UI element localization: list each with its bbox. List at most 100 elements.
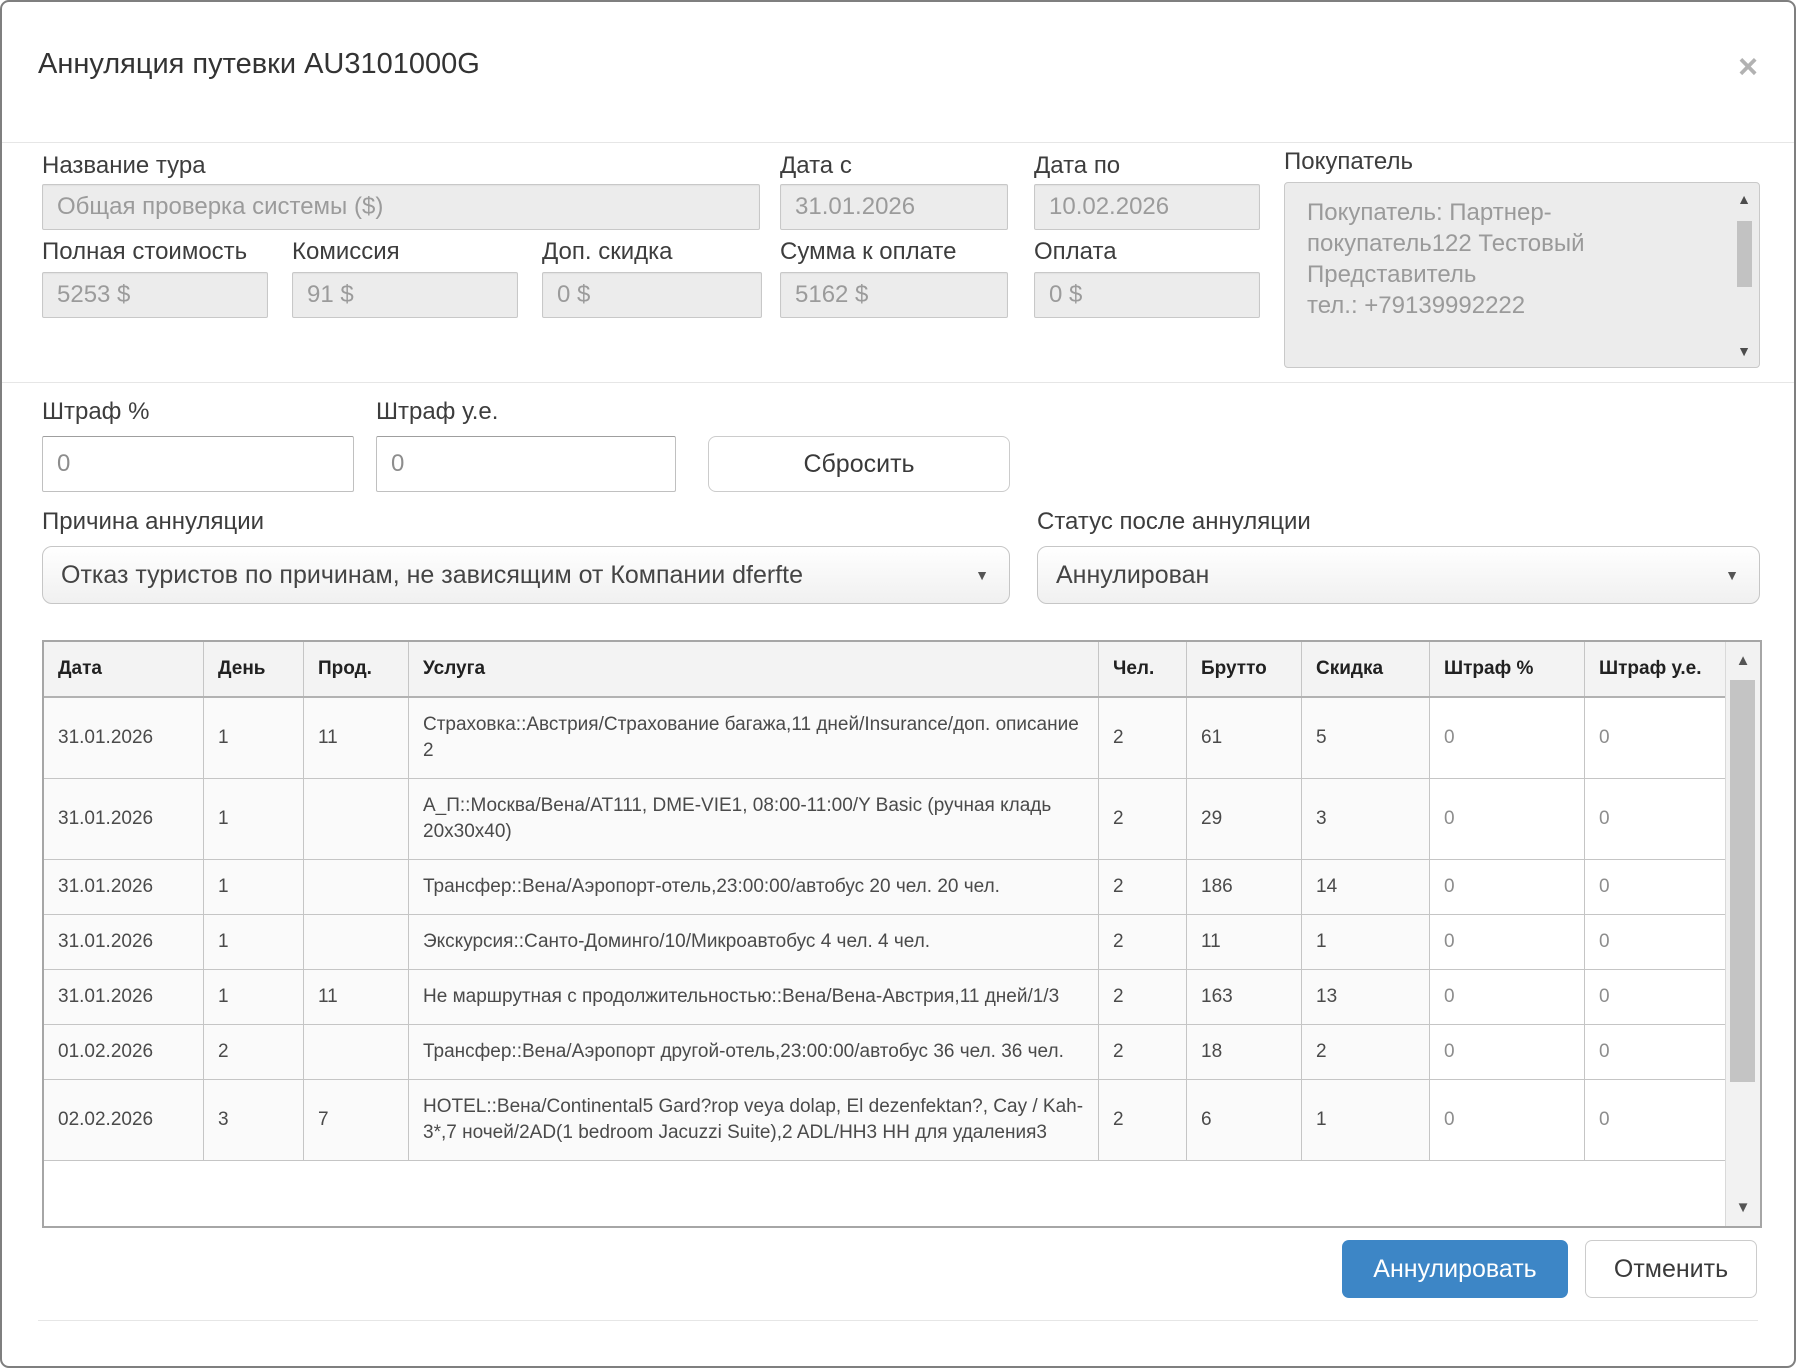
- commission-label: Комиссия: [292, 238, 400, 266]
- service-cell: Страховка::Австрия/Страхование багажа,11…: [409, 698, 1099, 778]
- annul-button[interactable]: Аннулировать: [1342, 1240, 1568, 1298]
- service-cell: Экскурсия::Санто-Доминго/10/Микроавтобус…: [409, 915, 1099, 969]
- table-cell: 2: [1099, 779, 1187, 859]
- penalty-currency-cell[interactable]: 0: [1585, 860, 1726, 914]
- table-row: 31.01.20261 Трансфер::Вена/Аэропорт-отель…: [44, 860, 1726, 915]
- penalty-percent-cell[interactable]: 0: [1430, 698, 1585, 778]
- table-cell: 13: [1302, 970, 1430, 1024]
- full-cost-label: Полная стоимость: [42, 238, 247, 266]
- table-row: 02.02.202637HOTEL::Вена/Continental5 Gar…: [44, 1080, 1726, 1161]
- penalty-percent-cell[interactable]: 0: [1430, 860, 1585, 914]
- date-from-label: Дата с: [780, 152, 852, 180]
- service-cell: А_П::Москва/Вена/AT111, DME-VIE1, 08:00-…: [409, 779, 1099, 859]
- table-cell: [304, 860, 409, 914]
- penalty-currency-cell[interactable]: 0: [1585, 779, 1726, 859]
- table-row: 31.01.2026111Страховка::Австрия/Страхова…: [44, 698, 1726, 779]
- table-cell: 11: [304, 970, 409, 1024]
- chevron-down-icon: ▼: [1725, 567, 1739, 583]
- chevron-down-icon: ▼: [975, 567, 989, 583]
- tour-name-field: Общая проверка системы ($): [42, 184, 760, 230]
- table-cell: 14: [1302, 860, 1430, 914]
- extra-discount-label: Доп. скидка: [542, 238, 673, 266]
- table-cell: 31.01.2026: [44, 698, 204, 778]
- services-table-body: ДатаДеньПрод.УслугаЧел.БруттоСкидкаШтраф…: [44, 642, 1726, 1226]
- table-cell: 02.02.2026: [44, 1080, 204, 1160]
- penalty-currency-label: Штраф у.е.: [376, 398, 498, 426]
- column-header: Брутто: [1187, 642, 1302, 696]
- table-cell: 1: [204, 860, 304, 914]
- table-cell: 1: [204, 970, 304, 1024]
- buyer-field[interactable]: Покупатель: Партнер- покупатель122 Тесто…: [1284, 182, 1760, 368]
- table-cell: 31.01.2026: [44, 915, 204, 969]
- column-header: Прод.: [304, 642, 409, 696]
- table-cell: 11: [304, 698, 409, 778]
- table-cell: 1: [1302, 1080, 1430, 1160]
- penalty-currency-input[interactable]: 0: [376, 436, 676, 492]
- table-scrollbar[interactable]: ▲ ▼: [1725, 642, 1760, 1226]
- table-cell: 18: [1187, 1025, 1302, 1079]
- table-cell: 186: [1187, 860, 1302, 914]
- payment-field: 0 $: [1034, 272, 1260, 318]
- cancel-button[interactable]: Отменить: [1585, 1240, 1757, 1298]
- table-cell: 29: [1187, 779, 1302, 859]
- table-cell: 1: [204, 915, 304, 969]
- status-after-value: Аннулирован: [1056, 561, 1209, 590]
- table-cell: 61: [1187, 698, 1302, 778]
- table-cell: 31.01.2026: [44, 860, 204, 914]
- table-cell: 2: [1099, 860, 1187, 914]
- cancel-reason-value: Отказ туристов по причинам, не зависящим…: [61, 561, 803, 590]
- status-after-label: Статус после аннуляции: [1037, 508, 1311, 536]
- extra-discount-field: 0 $: [542, 272, 762, 318]
- penalty-percent-cell[interactable]: 0: [1430, 1080, 1585, 1160]
- column-header: Скидка: [1302, 642, 1430, 696]
- buyer-text: Покупатель: Партнер- покупатель122 Тесто…: [1307, 197, 1715, 321]
- table-row: 01.02.20262Трансфер::Вена/Аэропорт друго…: [44, 1025, 1726, 1080]
- table-cell: 3: [204, 1080, 304, 1160]
- table-cell: 3: [1302, 779, 1430, 859]
- table-cell: [304, 915, 409, 969]
- penalty-currency-cell[interactable]: 0: [1585, 1025, 1726, 1079]
- date-to-label: Дата по: [1034, 152, 1120, 180]
- services-table: ДатаДеньПрод.УслугаЧел.БруттоСкидкаШтраф…: [42, 640, 1762, 1228]
- close-icon[interactable]: ×: [1738, 50, 1758, 84]
- table-cell: 5: [1302, 698, 1430, 778]
- penalty-percent-cell[interactable]: 0: [1430, 970, 1585, 1024]
- penalty-percent-cell[interactable]: 0: [1430, 779, 1585, 859]
- penalty-currency-cell[interactable]: 0: [1585, 698, 1726, 778]
- table-row: 31.01.20261А_П::Москва/Вена/AT111, DME-V…: [44, 779, 1726, 860]
- table-row: 31.01.2026111Не маршрутная с продолжител…: [44, 970, 1726, 1025]
- footer-divider: [38, 1320, 1758, 1321]
- table-header-row: ДатаДеньПрод.УслугаЧел.БруттоСкидкаШтраф…: [44, 642, 1726, 698]
- column-header: Услуга: [409, 642, 1099, 696]
- scrollbar-thumb[interactable]: [1730, 680, 1755, 1082]
- table-row: 31.01.20261Экскурсия::Санто-Доминго/10/М…: [44, 915, 1726, 970]
- cancel-reason-select[interactable]: Отказ туристов по причинам, не зависящим…: [42, 546, 1010, 604]
- scrollbar-thumb[interactable]: [1737, 221, 1752, 287]
- cancellation-modal: Аннуляция путевки AU3101000G × Название …: [0, 0, 1796, 1368]
- table-cell: [304, 1025, 409, 1079]
- penalty-currency-cell[interactable]: 0: [1585, 970, 1726, 1024]
- table-cell: 1: [1302, 915, 1430, 969]
- service-cell: Трансфер::Вена/Аэропорт-отель,23:00:00/а…: [409, 860, 1099, 914]
- penalty-currency-cell[interactable]: 0: [1585, 915, 1726, 969]
- column-header: Чел.: [1099, 642, 1187, 696]
- amount-to-pay-field: 5162 $: [780, 272, 1008, 318]
- table-cell: 2: [1099, 970, 1187, 1024]
- penalty-percent-input[interactable]: 0: [42, 436, 354, 492]
- penalty-percent-cell[interactable]: 0: [1430, 915, 1585, 969]
- scroll-up-icon[interactable]: ▲: [1726, 652, 1760, 669]
- header-divider: [2, 142, 1794, 143]
- scroll-up-icon[interactable]: ▲: [1729, 191, 1759, 207]
- penalty-currency-cell[interactable]: 0: [1585, 1080, 1726, 1160]
- payment-label: Оплата: [1034, 238, 1117, 266]
- status-after-select[interactable]: Аннулирован ▼: [1037, 546, 1760, 604]
- service-cell: HOTEL::Вена/Continental5 Gard?rop veya d…: [409, 1080, 1099, 1160]
- cancel-reason-label: Причина аннуляции: [42, 508, 264, 536]
- scroll-down-icon[interactable]: ▼: [1726, 1199, 1760, 1216]
- scroll-down-icon[interactable]: ▼: [1729, 343, 1759, 359]
- buyer-scrollbar[interactable]: ▲ ▼: [1729, 183, 1759, 367]
- reset-button[interactable]: Сбросить: [708, 436, 1010, 492]
- modal-title: Аннуляция путевки AU3101000G: [38, 48, 480, 81]
- service-cell: Не маршрутная с продолжительностью::Вена…: [409, 970, 1099, 1024]
- penalty-percent-cell[interactable]: 0: [1430, 1025, 1585, 1079]
